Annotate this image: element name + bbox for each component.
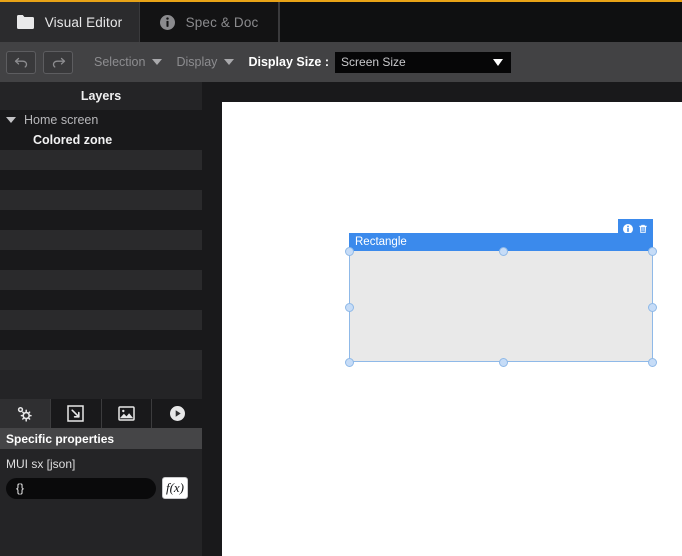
specific-properties-header: Specific properties: [0, 428, 202, 449]
display-size-value: Screen Size: [335, 55, 406, 69]
selection-menu[interactable]: Selection: [94, 55, 162, 69]
selection-menu-label: Selection: [94, 55, 145, 69]
layer-row[interactable]: [0, 230, 202, 250]
layer-row[interactable]: [0, 330, 202, 350]
layer-row[interactable]: [0, 290, 202, 310]
display-size-label: Display Size :: [248, 55, 329, 69]
visual-editor-app: Visual Editor Spec & Doc: [0, 0, 682, 556]
mui-sx-field-row: f(x): [6, 477, 196, 499]
left-sidebar: Layers Home screen Colored zone: [0, 82, 202, 556]
layer-item-home-screen[interactable]: Home screen: [0, 110, 202, 130]
tab-spec-and-doc[interactable]: Spec & Doc: [139, 2, 279, 42]
resize-handle-n[interactable]: [499, 247, 508, 256]
mui-sx-input[interactable]: [6, 478, 156, 499]
widget-action-toolbar: [618, 219, 653, 233]
layer-row[interactable]: [0, 210, 202, 230]
fx-button[interactable]: f(x): [162, 477, 188, 499]
tab-preview[interactable]: [152, 399, 202, 428]
resize-handle-se[interactable]: [648, 358, 657, 367]
editor-toolbar: Selection Display Display Size : Screen …: [0, 42, 682, 82]
widget-title-label: Rectangle: [355, 236, 407, 248]
tab-visual-editor[interactable]: Visual Editor: [0, 2, 139, 42]
tab-spec-and-doc-label: Spec & Doc: [186, 15, 259, 30]
canvas-area[interactable]: Rectangle: [202, 82, 682, 556]
layer-item-home-screen-label: Home screen: [24, 113, 98, 127]
properties-tab-strip: [0, 399, 202, 428]
canvas-page[interactable]: Rectangle: [222, 102, 682, 556]
layer-row[interactable]: [0, 250, 202, 270]
redo-icon: [51, 56, 66, 68]
layer-row[interactable]: [0, 270, 202, 290]
resize-handle-ne[interactable]: [648, 247, 657, 256]
undo-icon: [14, 56, 29, 68]
layer-row[interactable]: [0, 190, 202, 210]
undo-button[interactable]: [6, 51, 36, 74]
tab-image[interactable]: [102, 399, 153, 428]
chevron-down-icon: [493, 59, 503, 66]
folder-icon: [17, 15, 34, 29]
tab-bar-filler: [279, 2, 682, 42]
layer-item-colored-zone[interactable]: Colored zone: [0, 130, 202, 150]
layer-row[interactable]: [0, 170, 202, 190]
display-menu-label: Display: [176, 55, 217, 69]
properties-panel-body: MUI sx [json] f(x): [0, 449, 202, 556]
mui-sx-label: MUI sx [json]: [6, 457, 196, 471]
tab-specific-properties[interactable]: [0, 399, 51, 428]
layer-item-colored-zone-label: Colored zone: [33, 133, 112, 147]
trash-icon[interactable]: [638, 221, 648, 231]
info-icon: [160, 15, 175, 30]
layer-row[interactable]: [0, 350, 202, 370]
layer-row[interactable]: [0, 150, 202, 170]
resize-handle-nw[interactable]: [345, 247, 354, 256]
layer-row[interactable]: [0, 310, 202, 330]
info-icon[interactable]: [623, 221, 633, 231]
chevron-down-icon: [224, 59, 234, 65]
play-icon: [169, 405, 186, 422]
top-tab-bar: Visual Editor Spec & Doc: [0, 0, 682, 42]
selected-widget-rectangle[interactable]: Rectangle: [349, 233, 653, 362]
resize-handle-e[interactable]: [648, 303, 657, 312]
display-menu[interactable]: Display: [176, 55, 234, 69]
display-size-select[interactable]: Screen Size: [335, 52, 511, 73]
redo-button[interactable]: [43, 51, 73, 74]
tab-size-position[interactable]: [51, 399, 102, 428]
image-icon: [118, 406, 135, 421]
resize-handle-s[interactable]: [499, 358, 508, 367]
gears-icon: [15, 405, 34, 422]
layers-panel-title: Layers: [0, 82, 202, 110]
chevron-down-icon[interactable]: [6, 117, 16, 123]
chevron-down-icon: [152, 59, 162, 65]
tab-visual-editor-label: Visual Editor: [45, 15, 123, 30]
widget-body[interactable]: [349, 251, 653, 362]
resize-handle-w[interactable]: [345, 303, 354, 312]
resize-handle-sw[interactable]: [345, 358, 354, 367]
resize-icon: [67, 405, 84, 422]
